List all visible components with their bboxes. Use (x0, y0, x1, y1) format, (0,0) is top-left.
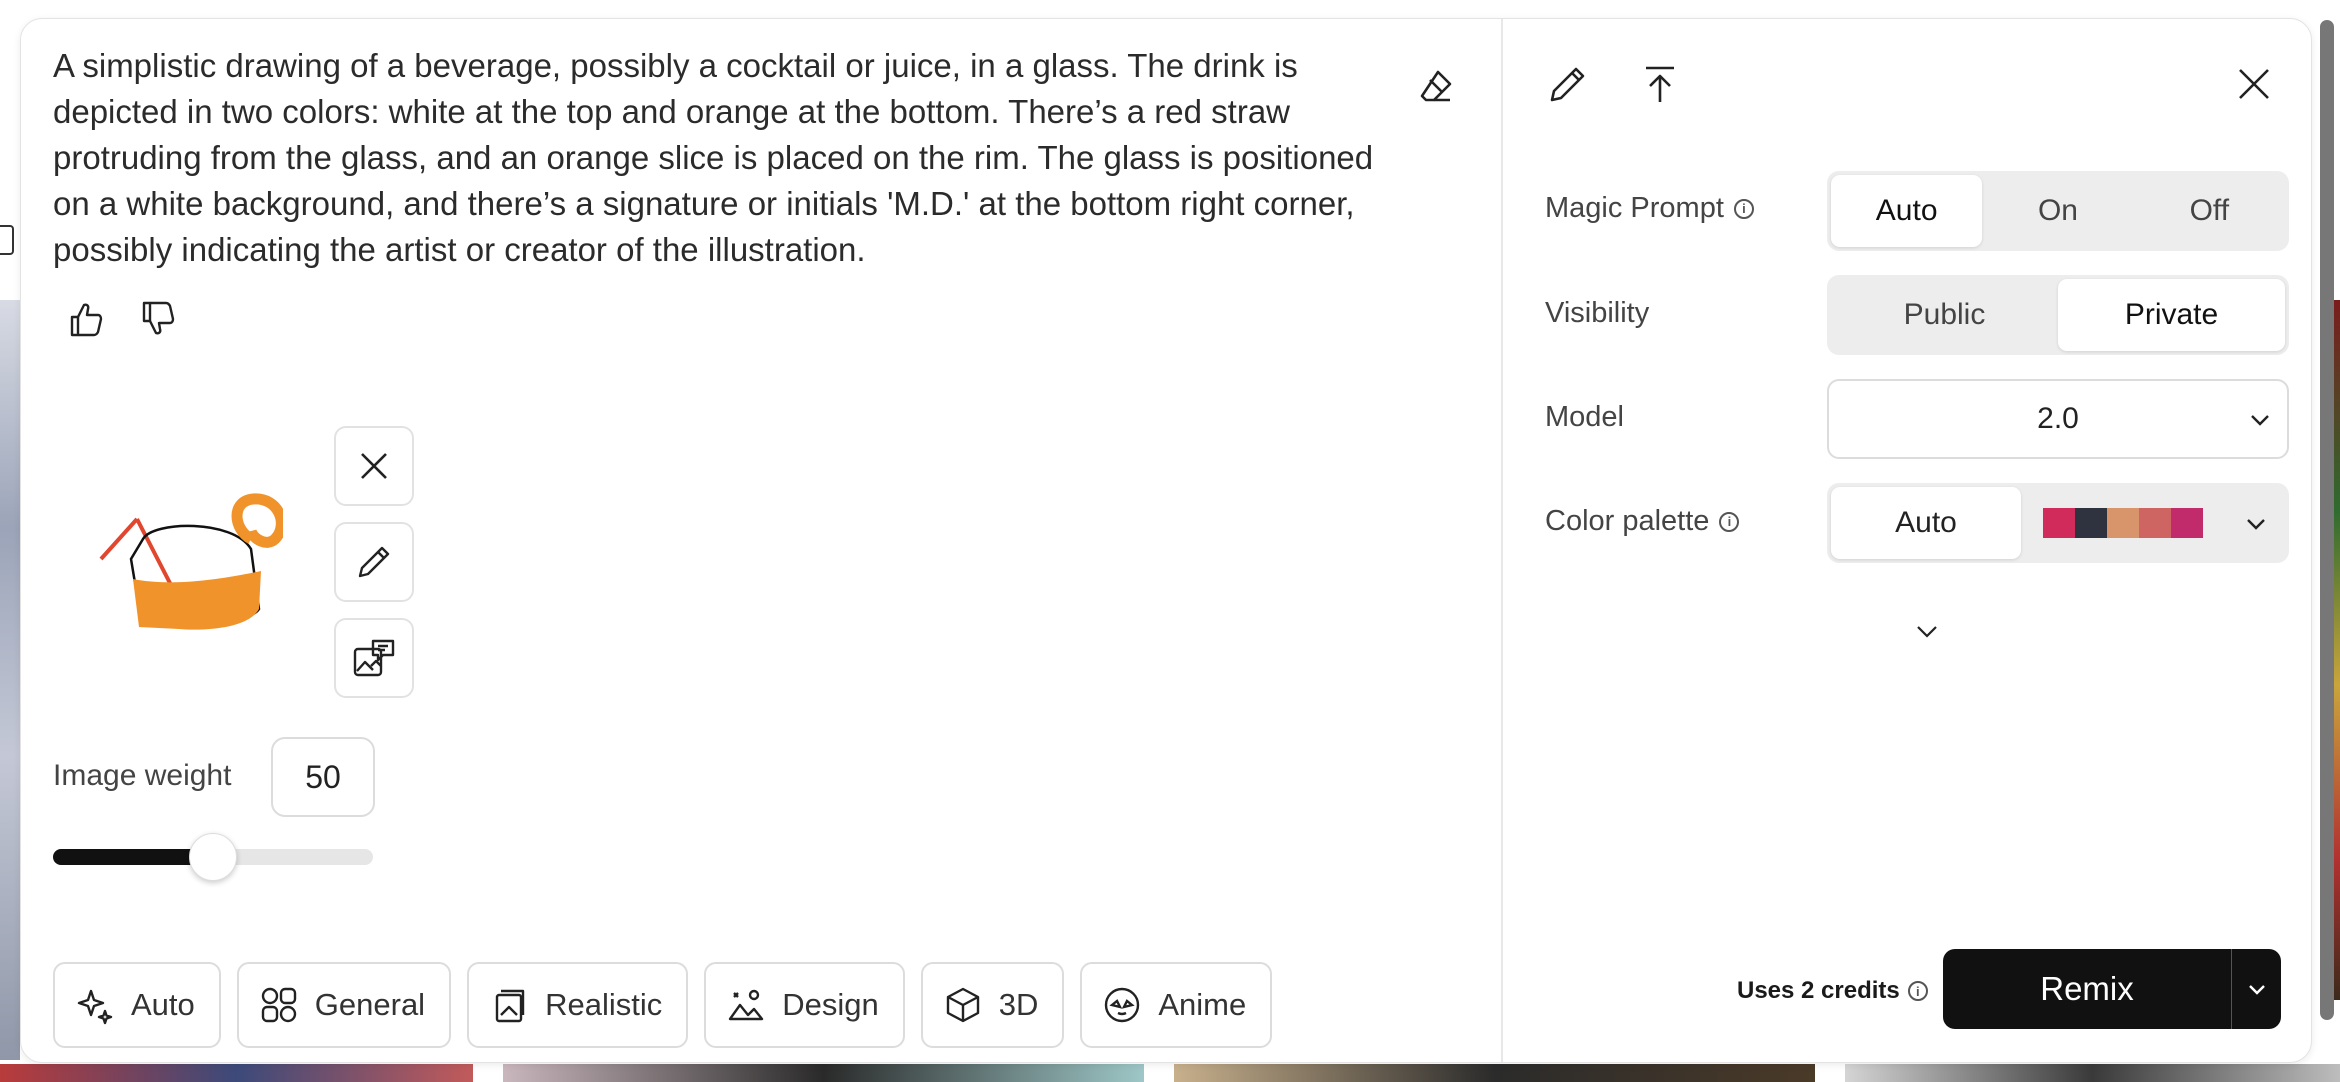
chevron-down-icon (2247, 519, 2265, 530)
pencil-icon (358, 546, 390, 578)
palette-swatch (2107, 508, 2139, 538)
magic-prompt-on[interactable]: On (1982, 175, 2133, 247)
reference-image[interactable] (83, 459, 287, 679)
image-chat-icon (353, 639, 395, 677)
model-select[interactable]: 2.0 (1827, 379, 2289, 459)
style-anime-button[interactable]: Anime (1080, 962, 1273, 1048)
close-icon (361, 453, 387, 479)
visibility-private[interactable]: Private (2058, 279, 2285, 351)
chevron-down-icon (2248, 985, 2265, 995)
model-value: 2.0 (2037, 402, 2079, 435)
style-3d-label: 3D (998, 987, 1039, 1022)
style-auto-button[interactable]: Auto (53, 962, 221, 1048)
cube-icon (946, 987, 979, 1023)
image-weight-input[interactable]: 50 (271, 737, 375, 817)
image-weight-label: Image weight (53, 759, 232, 792)
color-palette-label: Color palette i (1545, 505, 1740, 538)
info-icon[interactable]: i (1733, 198, 1754, 219)
remix-options-button[interactable] (2231, 949, 2281, 1029)
style-selector: Auto General Realistic Design 3D Anime (53, 962, 1273, 1048)
color-palette-label-text: Color palette (1545, 505, 1710, 537)
style-auto-label: Auto (131, 987, 195, 1022)
style-realistic-label: Realistic (545, 987, 663, 1022)
grid-icon (261, 987, 296, 1023)
gallery-icon (0, 225, 14, 255)
design-icon (729, 989, 764, 1021)
magic-prompt-off[interactable]: Off (2134, 175, 2285, 247)
palette-swatch (2139, 508, 2171, 538)
scrollbar[interactable] (2320, 20, 2334, 1020)
thumbs-up-icon[interactable] (61, 294, 111, 344)
style-design-button[interactable]: Design (704, 962, 905, 1048)
style-realistic-button[interactable]: Realistic (467, 962, 689, 1048)
style-3d-button[interactable]: 3D (920, 962, 1065, 1048)
magic-prompt-auto[interactable]: Auto (1831, 175, 1983, 247)
visibility-label: Visibility (1545, 297, 1649, 330)
settings-panel: Magic Prompt i Auto On Off Visibility Pu… (1505, 19, 2311, 1062)
describe-image-button[interactable] (334, 618, 414, 698)
image-weight-slider[interactable] (53, 833, 373, 881)
chevron-down-icon (2251, 415, 2269, 426)
visibility-toggle: Public Private (1827, 275, 2289, 355)
anime-face-icon (1105, 987, 1140, 1023)
remix-button-group: Remix (1943, 949, 2281, 1029)
eraser-icon[interactable] (1411, 61, 1461, 111)
magic-prompt-label: Magic Prompt i (1545, 192, 1754, 225)
credits-text: Uses 2 credits (1737, 977, 1900, 1004)
palette-swatch (2171, 508, 2203, 538)
prompt-text[interactable]: A simplistic drawing of a beverage, poss… (53, 43, 1413, 273)
photo-stack-icon (495, 989, 525, 1023)
magic-prompt-label-text: Magic Prompt (1545, 192, 1724, 224)
magic-prompt-toggle: Auto On Off (1827, 171, 2289, 251)
palette-swatch (2043, 508, 2075, 538)
image-weight-slider-handle[interactable] (189, 833, 237, 881)
color-palette-swatches[interactable] (2043, 508, 2203, 538)
style-anime-label: Anime (1158, 987, 1247, 1022)
info-icon[interactable]: i (1719, 511, 1740, 532)
style-design-label: Design (782, 987, 879, 1022)
remix-dialog: A simplistic drawing of a beverage, poss… (20, 18, 2312, 1063)
color-palette-auto[interactable]: Auto (1831, 487, 2021, 559)
thumbs-down-icon[interactable] (133, 294, 183, 344)
style-general-label: General (314, 987, 426, 1022)
model-label-text: Model (1545, 401, 1624, 433)
background-image-row (0, 1064, 2340, 1082)
close-icon[interactable] (2227, 57, 2281, 111)
credits-info: Uses 2 credits i (1737, 977, 1928, 1005)
style-general-button[interactable]: General (236, 962, 452, 1048)
model-label: Model (1545, 401, 1624, 434)
visibility-public[interactable]: Public (1831, 279, 2058, 351)
pencil-icon[interactable] (1541, 57, 1595, 111)
info-icon[interactable]: i (1907, 981, 1928, 1001)
remove-image-button[interactable] (334, 426, 414, 506)
edit-image-button[interactable] (334, 522, 414, 602)
upload-icon[interactable] (1633, 57, 1687, 111)
color-palette-selector: Auto (1827, 483, 2289, 563)
palette-swatch (2075, 508, 2107, 538)
prompt-panel: A simplistic drawing of a beverage, poss… (21, 19, 1503, 1062)
expand-more-icon[interactable] (1907, 611, 1947, 651)
visibility-label-text: Visibility (1545, 297, 1650, 329)
sparkle-icon (77, 989, 113, 1025)
remix-button[interactable]: Remix (1943, 949, 2231, 1029)
background-image-left (0, 300, 20, 1060)
